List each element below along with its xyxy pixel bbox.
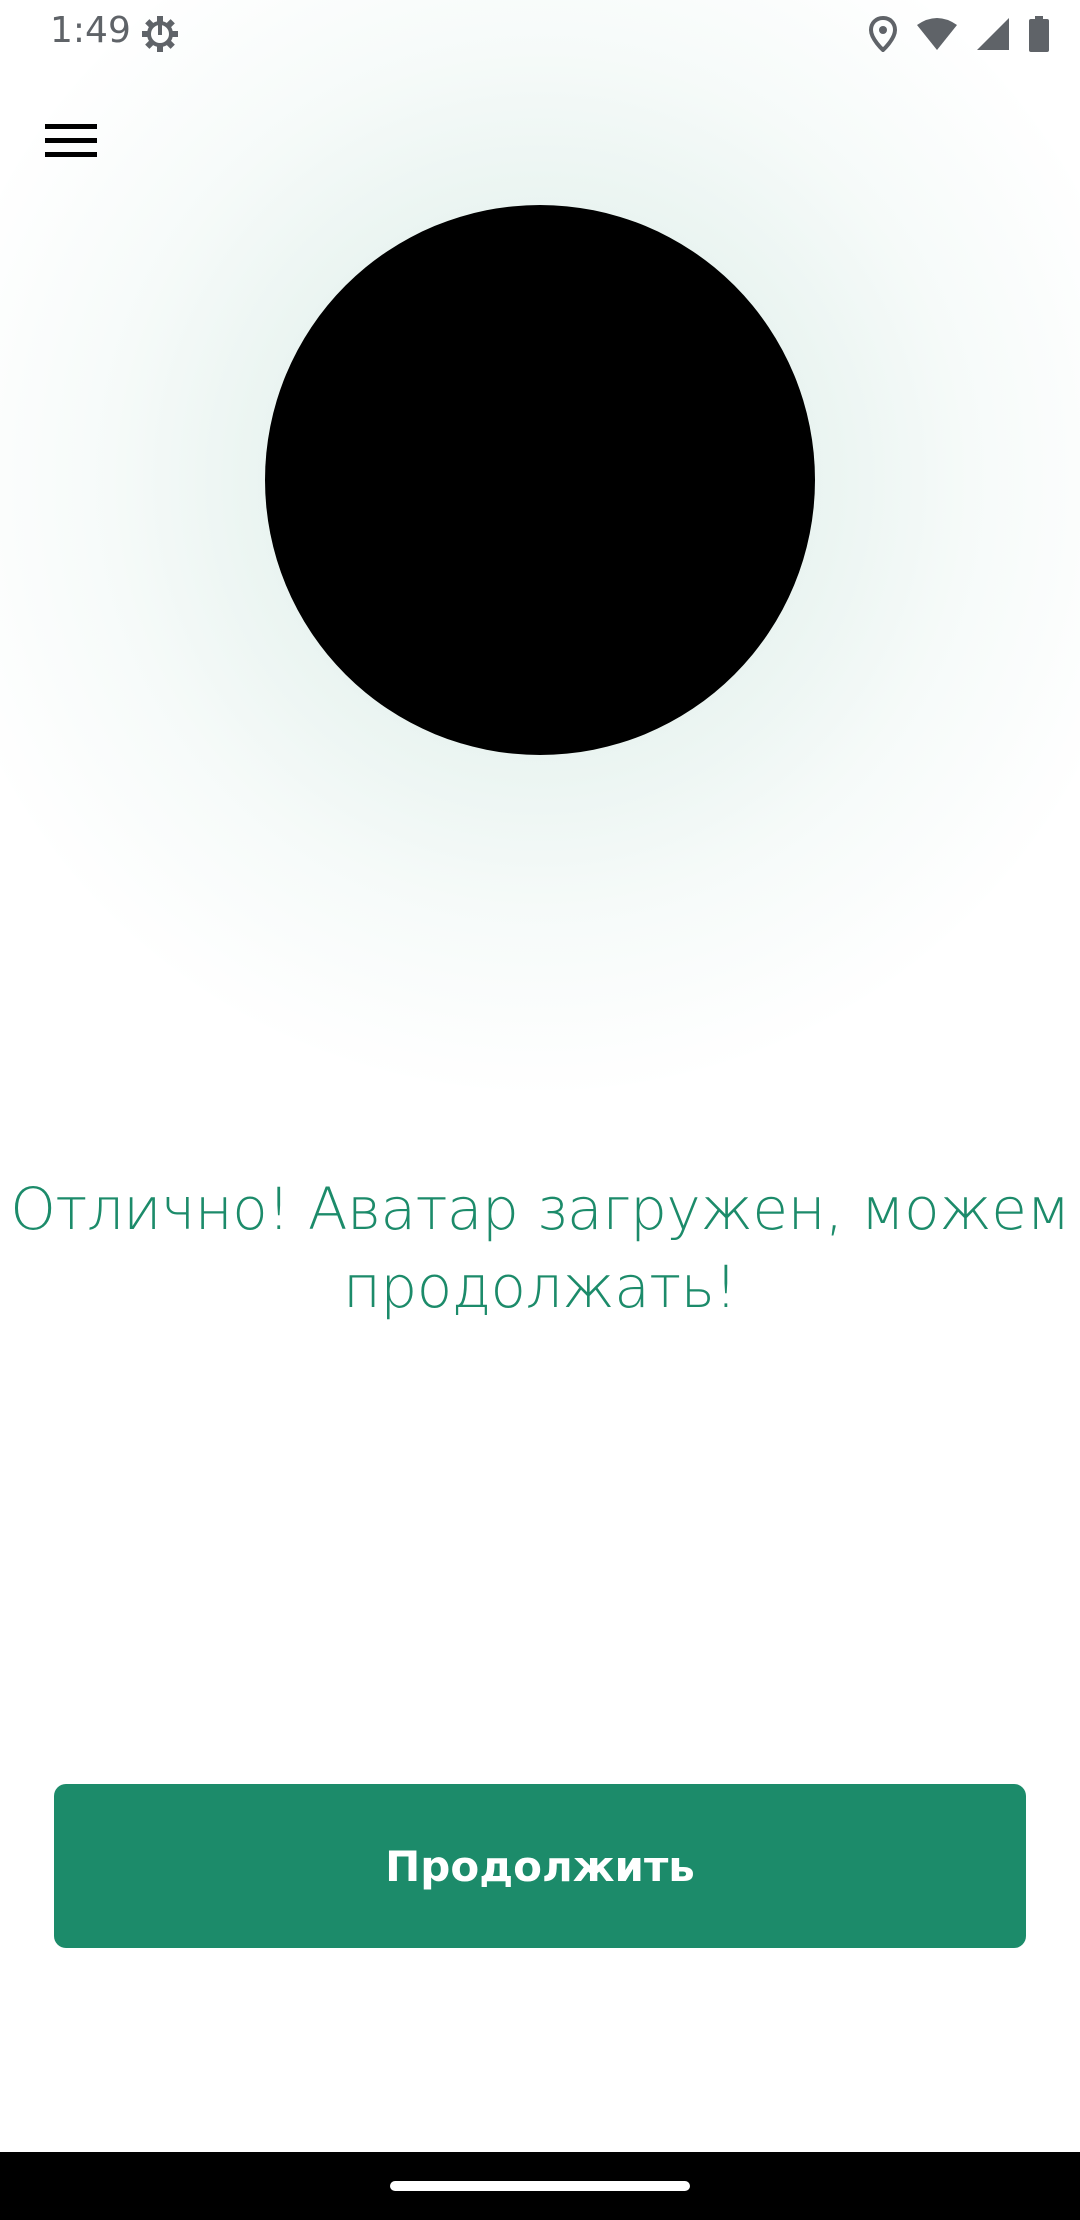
settings-gear-icon bbox=[140, 14, 180, 54]
status-time: 1:49 bbox=[50, 10, 131, 51]
signal-icon bbox=[976, 17, 1010, 51]
home-indicator[interactable] bbox=[390, 2181, 690, 2191]
location-icon bbox=[868, 16, 898, 52]
avatar-image bbox=[265, 205, 815, 755]
wifi-icon bbox=[916, 17, 958, 51]
menu-button[interactable] bbox=[30, 110, 112, 176]
status-icons bbox=[868, 14, 1050, 54]
battery-icon bbox=[1028, 16, 1050, 52]
continue-button[interactable]: Продолжить bbox=[54, 1784, 1026, 1948]
navigation-bar bbox=[0, 2152, 1080, 2220]
success-message-line1: Отлично! Аватар загружен, можем bbox=[10, 1175, 1070, 1243]
screen: 1:49 Отлично! Аватар загружен, можем про… bbox=[0, 0, 1080, 2220]
hamburger-menu-icon bbox=[45, 122, 97, 164]
status-bar: 1:49 bbox=[0, 0, 1080, 66]
success-message: Отлично! Аватар загружен, можем продолжа… bbox=[0, 1170, 1080, 1326]
success-message-line2: продолжать! bbox=[342, 1253, 738, 1321]
